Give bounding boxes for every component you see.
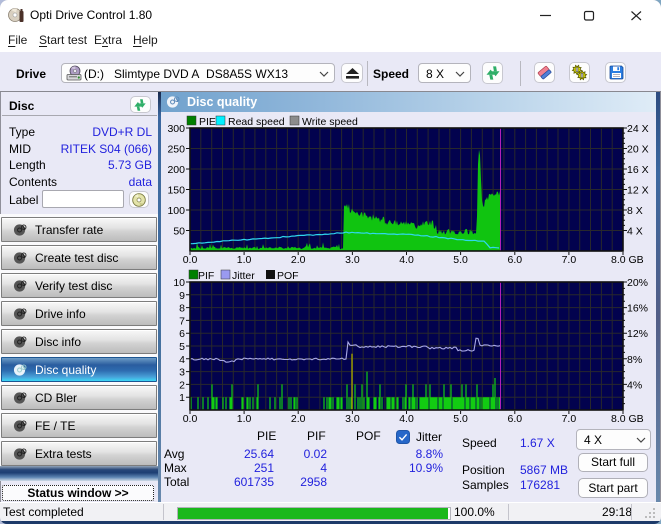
svg-text:5.0: 5.0 [453, 413, 468, 425]
svg-text:0.0: 0.0 [183, 254, 198, 266]
svg-text:5.0: 5.0 [453, 254, 468, 266]
svg-text:8: 8 [179, 303, 185, 315]
svg-text:12%: 12% [627, 328, 648, 340]
svg-text:20%: 20% [627, 277, 648, 289]
svg-text:POF: POF [277, 270, 299, 282]
svg-text:200: 200 [167, 164, 185, 176]
svg-text:6: 6 [179, 328, 185, 340]
svg-text:2: 2 [179, 379, 185, 391]
svg-text:5: 5 [179, 341, 185, 353]
svg-text:4.0: 4.0 [399, 254, 414, 266]
svg-text:16%: 16% [627, 303, 648, 315]
svg-text:7: 7 [179, 315, 185, 327]
svg-text:8 X: 8 X [627, 205, 643, 217]
svg-text:1: 1 [179, 392, 185, 404]
svg-text:8%: 8% [627, 354, 642, 366]
svg-text:3.0: 3.0 [345, 254, 360, 266]
svg-text:PIF: PIF [198, 270, 214, 282]
svg-text:Write speed: Write speed [302, 116, 358, 128]
svg-text:100: 100 [167, 205, 185, 217]
svg-text:Jitter: Jitter [232, 270, 255, 282]
svg-text:16 X: 16 X [627, 164, 649, 176]
svg-text:7.0: 7.0 [562, 254, 577, 266]
svg-text:PIE: PIE [199, 116, 216, 128]
svg-text:0.0: 0.0 [183, 413, 198, 425]
svg-text:300: 300 [167, 123, 185, 135]
svg-text:8.0 GB: 8.0 GB [611, 413, 644, 425]
svg-text:12 X: 12 X [627, 185, 649, 197]
svg-text:1.0: 1.0 [237, 254, 252, 266]
svg-text:4: 4 [179, 354, 185, 366]
svg-text:6.0: 6.0 [507, 413, 522, 425]
svg-text:24 X: 24 X [627, 123, 649, 135]
svg-text:1.0: 1.0 [237, 413, 252, 425]
svg-text:3: 3 [179, 367, 185, 379]
svg-text:7.0: 7.0 [562, 413, 577, 425]
svg-text:150: 150 [167, 185, 185, 197]
svg-text:8.0 GB: 8.0 GB [611, 254, 644, 266]
svg-text:Read speed: Read speed [228, 116, 285, 128]
svg-text:250: 250 [167, 144, 185, 156]
svg-text:9: 9 [179, 290, 185, 302]
svg-text:20 X: 20 X [627, 144, 649, 156]
svg-text:6.0: 6.0 [507, 254, 522, 266]
svg-text:10: 10 [173, 277, 185, 289]
svg-text:4.0: 4.0 [399, 413, 414, 425]
svg-text:4%: 4% [627, 379, 642, 391]
svg-text:2.0: 2.0 [291, 254, 306, 266]
svg-text:50: 50 [173, 226, 185, 238]
svg-text:2.0: 2.0 [291, 413, 306, 425]
svg-text:4 X: 4 X [627, 226, 643, 238]
svg-text:3.0: 3.0 [345, 413, 360, 425]
